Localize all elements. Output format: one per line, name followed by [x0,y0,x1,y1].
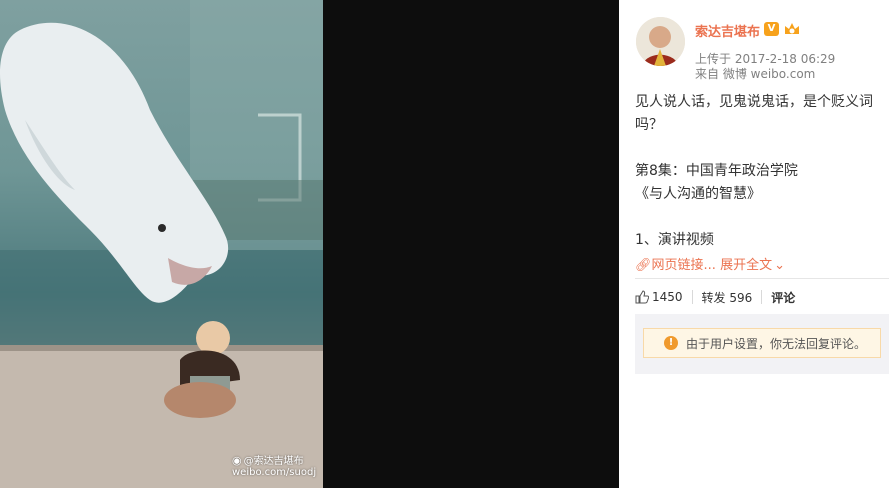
member-crown-icon[interactable] [783,21,801,37]
link-icon: 🔗︎ [635,258,652,273]
web-link[interactable]: 网页链接... [652,258,716,273]
weibo-logo-icon: ◉ [232,454,242,467]
notice-text: 由于用户设置，你无法回复评论。 [686,336,867,351]
watermark-url: weibo.com/suodj [232,467,317,478]
comment-tab[interactable]: 评论 [771,289,795,306]
like-button[interactable]: 1450 [635,290,683,304]
post-text-line: 吗？ [635,117,663,133]
comment-disabled-notice: ! 由于用户设置，你无法回复评论。 [643,328,881,358]
verified-badge-icon[interactable]: V [764,22,779,36]
like-count: 1450 [652,290,683,304]
author-name[interactable]: 索达吉堪布 [695,21,760,40]
beluga-photo-illustration [0,0,323,488]
action-separator [691,290,693,304]
action-separator [761,290,763,304]
comment-area: ! 由于用户设置，你无法回复评论。 [635,314,889,374]
action-bar: 1450 转发 596 评论 [635,289,795,305]
warning-icon: ! [664,336,678,350]
divider [635,278,889,279]
post-text-line: 第8集：中国青年政治学院 [635,163,798,179]
post-links: 🔗︎网页链接... 展开全文 ⌄ [635,254,785,273]
post-detail-panel: 索达吉堪布 V 上传于 2017-2-18 06:29 来自 微博 weibo.… [619,0,890,488]
lightbox-background [323,0,619,488]
chevron-down-icon: ⌄ [774,258,785,273]
post-photo[interactable]: ◉ @索达吉堪布 weibo.com/suodj [0,0,323,488]
author-avatar[interactable] [636,17,685,66]
post-source[interactable]: 来自 微博 weibo.com [695,65,815,82]
repost-button[interactable]: 转发 596 [702,289,753,306]
post-text-line: 《与人沟通的智慧》 [635,186,761,202]
post-text-line: 见人说人话，见鬼说鬼话，是个贬义词 [635,94,873,110]
thumbs-up-icon [635,290,649,304]
watermark-handle: ◉ @索达吉堪布 [232,454,304,467]
expand-full-text[interactable]: 展开全文 ⌄ [720,258,785,273]
post-text-line: 1、演讲视频 [635,232,714,248]
